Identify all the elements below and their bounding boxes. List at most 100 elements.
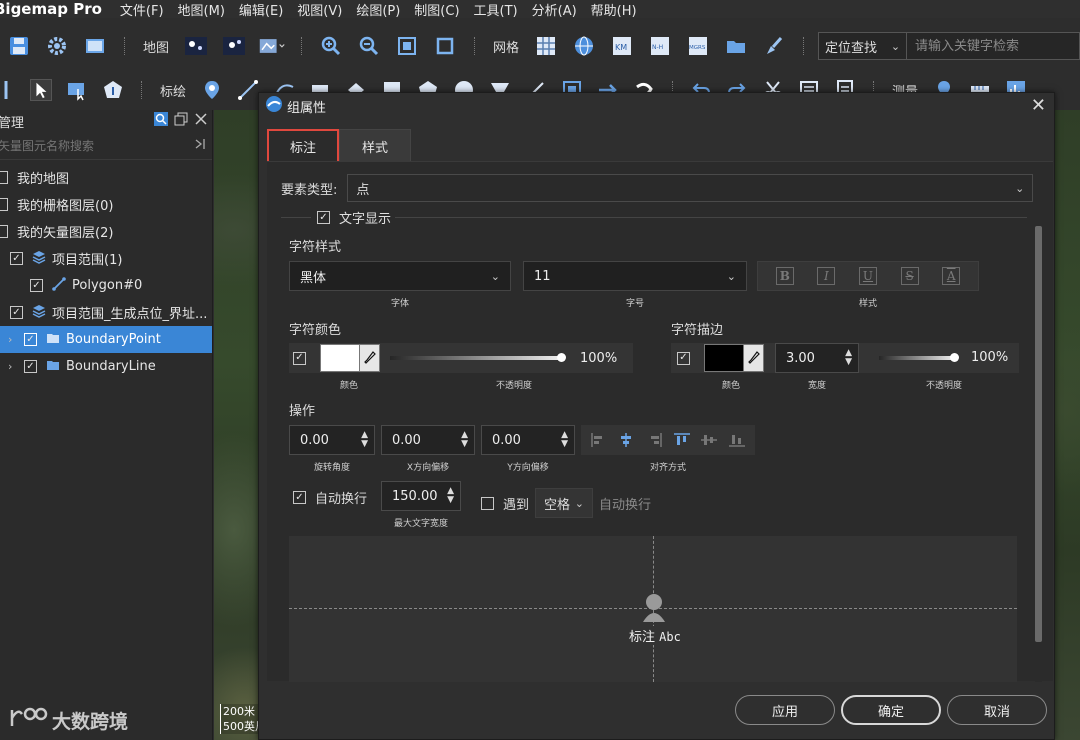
menu-map[interactable]: 地图(M) xyxy=(178,0,225,19)
text-frame-button[interactable]: A xyxy=(942,267,961,285)
panel-scrollbar[interactable] xyxy=(1035,226,1042,682)
zoom-out-icon[interactable] xyxy=(356,33,382,59)
grid-icon[interactable] xyxy=(533,33,559,59)
wrap-char-select[interactable]: 空格 ⌄ xyxy=(535,488,594,518)
ok-button[interactable]: 确定 xyxy=(841,695,941,725)
font-size-select[interactable]: 11 ⌄ xyxy=(523,261,747,291)
align-bottom-icon[interactable] xyxy=(728,432,746,448)
marker-icon[interactable] xyxy=(201,79,223,101)
apply-button[interactable]: 应用 xyxy=(735,695,835,725)
outline-opacity-slider[interactable] xyxy=(879,353,959,362)
restore-window-icon[interactable] xyxy=(174,112,188,130)
align-left-icon[interactable] xyxy=(590,432,608,448)
menu-draw[interactable]: 绘图(P) xyxy=(356,0,400,19)
eyedropper-icon[interactable] xyxy=(360,344,380,372)
stepper-arrows-icon[interactable]: ▲ ▼ xyxy=(361,431,368,449)
underline-button[interactable]: U xyxy=(858,267,877,285)
outline-checkbox[interactable]: ✓ xyxy=(677,351,690,365)
stepper-arrows-icon[interactable]: ▲ ▼ xyxy=(561,431,568,449)
save-icon[interactable] xyxy=(6,33,32,59)
search-mode-select[interactable]: 定位查找 ⌄ xyxy=(819,33,908,59)
tree-item-polygon[interactable]: ✓ Polygon#0 xyxy=(0,272,212,299)
stepper-arrows-icon[interactable]: ▲ ▼ xyxy=(845,349,852,367)
grid-mgrs-icon[interactable]: MGRS xyxy=(685,33,711,59)
polygon-select-icon[interactable] xyxy=(102,79,124,101)
font-family-select[interactable]: 黑体 ⌄ xyxy=(289,261,511,291)
box-select-icon[interactable] xyxy=(66,79,88,101)
checkbox[interactable] xyxy=(0,171,8,184)
align-right-icon[interactable] xyxy=(645,432,663,448)
align-middle-v-icon[interactable] xyxy=(700,432,718,448)
tab-label[interactable]: 标注 xyxy=(267,129,339,163)
map-source-2-icon[interactable] xyxy=(221,33,247,59)
search-icon[interactable] xyxy=(154,112,168,130)
menu-cartography[interactable]: 制图(C) xyxy=(414,0,459,19)
stepper-arrows-icon[interactable]: ▲ ▼ xyxy=(461,431,468,449)
cancel-button[interactable]: 取消 xyxy=(947,695,1047,725)
line-icon[interactable] xyxy=(237,79,259,101)
fullscreen-icon[interactable] xyxy=(432,33,458,59)
y-offset-stepper[interactable]: 0.00 ▲ ▼ xyxy=(481,425,575,455)
tree-item-generated-points[interactable]: ✓ 项目范围_生成点位_界址... xyxy=(0,299,212,326)
char-opacity-slider[interactable] xyxy=(390,353,566,362)
max-width-stepper[interactable]: 150.00 ▲ ▼ xyxy=(381,481,461,511)
text-display-toggle[interactable]: ✓ 文字显示 xyxy=(317,208,391,227)
close-icon[interactable] xyxy=(194,112,208,130)
select-pointer-icon[interactable] xyxy=(30,79,52,101)
align-top-icon[interactable] xyxy=(673,432,691,448)
expand-arrow-icon[interactable]: › xyxy=(8,360,18,373)
hand-pan-icon[interactable] xyxy=(0,79,16,101)
checkbox-checked[interactable]: ✓ xyxy=(24,360,37,373)
brush-clear-icon[interactable] xyxy=(761,33,787,59)
expand-arrow-icon[interactable]: › xyxy=(8,333,18,346)
tree-item-project-range[interactable]: ✓ 项目范围(1) xyxy=(0,245,212,272)
checkbox-checked[interactable]: ✓ xyxy=(10,252,23,265)
search-input[interactable] xyxy=(907,33,1080,59)
map-source-dropdown-icon[interactable] xyxy=(259,33,285,59)
checkbox[interactable] xyxy=(0,225,8,238)
zoom-extent-icon[interactable] xyxy=(394,33,420,59)
checkbox-checked[interactable]: ✓ xyxy=(293,491,306,504)
grid-lonlat-icon[interactable] xyxy=(571,33,597,59)
checkbox[interactable] xyxy=(0,198,8,211)
image-icon[interactable] xyxy=(82,33,108,59)
bold-button[interactable]: B xyxy=(775,267,794,285)
map-source-1-icon[interactable] xyxy=(183,33,209,59)
rotation-stepper[interactable]: 0.00 ▲ ▼ xyxy=(289,425,375,455)
auto-wrap-toggle[interactable]: ✓ 自动换行 xyxy=(293,488,367,507)
checkbox-checked[interactable]: ✓ xyxy=(24,333,37,346)
feature-type-select[interactable]: 点 ⌄ xyxy=(347,174,1034,202)
outline-color-swatch[interactable] xyxy=(704,344,744,372)
tree-item-boundary-point[interactable]: › ✓ BoundaryPoint xyxy=(0,326,212,353)
tree-item-raster-layers[interactable]: 我的栅格图层(0) xyxy=(0,191,212,218)
tab-style[interactable]: 样式 xyxy=(339,129,411,163)
checkbox-checked[interactable]: ✓ xyxy=(317,211,330,224)
zoom-in-icon[interactable] xyxy=(318,33,344,59)
grid-nh-icon[interactable]: N-H xyxy=(647,33,673,59)
menu-analysis[interactable]: 分析(A) xyxy=(532,0,577,19)
menu-view[interactable]: 视图(V) xyxy=(297,0,342,19)
strikethrough-button[interactable]: S xyxy=(900,267,919,285)
dialog-close-button[interactable]: ✕ xyxy=(1031,97,1046,115)
layer-search-input[interactable] xyxy=(0,138,178,153)
checkbox-checked[interactable]: ✓ xyxy=(30,279,43,292)
scrollbar-thumb[interactable] xyxy=(1035,226,1042,642)
stepper-arrows-icon[interactable]: ▲ ▼ xyxy=(447,487,454,505)
outline-width-stepper[interactable]: 3.00 ▲ ▼ xyxy=(775,343,859,373)
x-offset-stepper[interactable]: 0.00 ▲ ▼ xyxy=(381,425,475,455)
align-center-h-icon[interactable] xyxy=(617,432,635,448)
folder-icon[interactable] xyxy=(723,33,749,59)
grid-km-icon[interactable]: KM xyxy=(609,33,635,59)
tree-item-my-map[interactable]: 我的地图 xyxy=(0,164,212,191)
slider-knob[interactable] xyxy=(950,353,959,362)
char-color-swatch[interactable] xyxy=(320,344,360,372)
menu-tools[interactable]: 工具(T) xyxy=(474,0,518,19)
menu-edit[interactable]: 编辑(E) xyxy=(239,0,283,19)
char-color-checkbox[interactable]: ✓ xyxy=(293,351,306,365)
tree-item-boundary-line[interactable]: › ✓ BoundaryLine xyxy=(0,353,212,380)
settings-gear-icon[interactable] xyxy=(44,33,70,59)
eyedropper-icon[interactable] xyxy=(744,344,764,372)
collapse-panel-icon[interactable] xyxy=(194,138,206,154)
menu-file[interactable]: 文件(F) xyxy=(120,0,164,19)
checkbox-checked[interactable]: ✓ xyxy=(10,306,23,319)
